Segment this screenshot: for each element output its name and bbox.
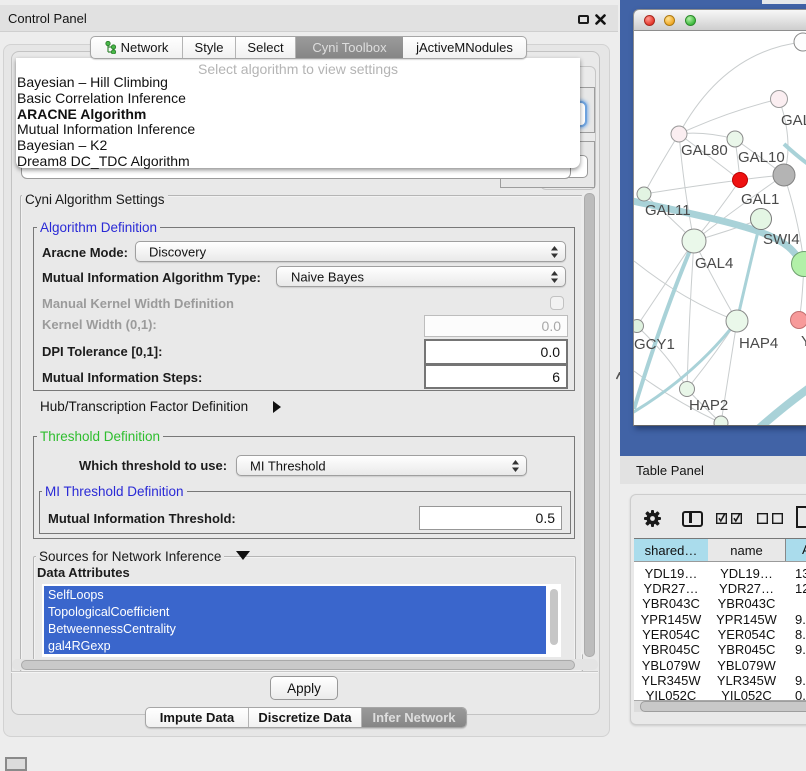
svg-text:GAL1: GAL1 (741, 191, 779, 208)
svg-text:Y: Y (801, 333, 806, 350)
svg-text:GAL4: GAL4 (695, 255, 733, 272)
svg-text:HAP4: HAP4 (739, 335, 778, 352)
svg-text:GCY1: GCY1 (634, 336, 675, 353)
svg-text:GAL10: GAL10 (738, 149, 785, 166)
svg-text:GAL80: GAL80 (681, 142, 728, 159)
svg-text:GAL2: GAL2 (781, 112, 806, 129)
svg-text:SWI4: SWI4 (763, 231, 800, 248)
svg-text:GAL11: GAL11 (645, 202, 691, 219)
svg-text:HAP2: HAP2 (689, 397, 728, 414)
